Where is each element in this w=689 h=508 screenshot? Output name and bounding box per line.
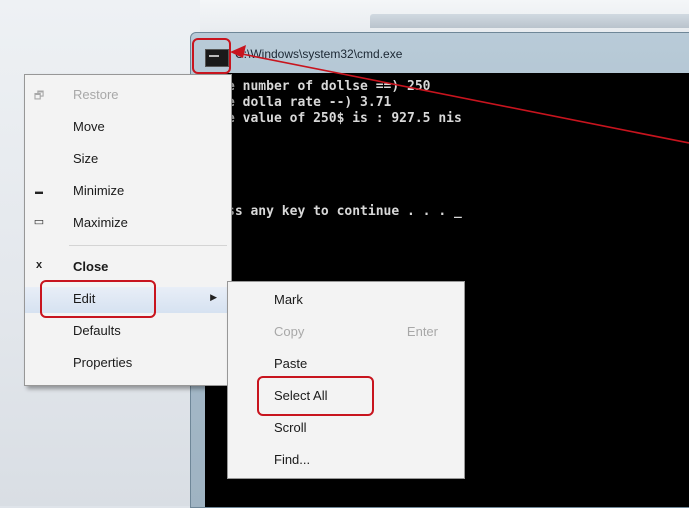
menu-item-edit[interactable]: Edit ▶ bbox=[25, 287, 231, 313]
submenu-item-label: Copy bbox=[274, 324, 305, 339]
menu-item-restore[interactable]: 🗗 Restore bbox=[25, 83, 231, 109]
restore-icon: 🗗 bbox=[33, 90, 45, 102]
submenu-arrow-icon: ▶ bbox=[210, 292, 217, 302]
submenu-item-select-all[interactable]: Select All bbox=[228, 384, 464, 410]
menu-item-move[interactable]: Move bbox=[25, 115, 231, 141]
console-line: e number of dollse ==) 250 bbox=[227, 79, 431, 94]
maximize-icon: ▭ bbox=[33, 216, 45, 228]
menu-item-label: Properties bbox=[73, 355, 133, 370]
console-line: ss any key to continue . . . _ bbox=[227, 204, 462, 219]
menu-separator bbox=[69, 245, 227, 246]
menu-item-size[interactable]: Size bbox=[25, 147, 231, 173]
menu-item-label: Edit bbox=[73, 291, 96, 306]
menu-item-label: Minimize bbox=[73, 183, 125, 198]
menu-item-label: Close bbox=[73, 259, 109, 274]
submenu-item-label: Scroll bbox=[274, 420, 307, 435]
menu-item-minimize[interactable]: ▬ Minimize bbox=[25, 179, 231, 205]
submenu-item-copy[interactable]: Copy Enter bbox=[228, 320, 464, 346]
menu-item-label: Defaults bbox=[73, 323, 121, 338]
close-icon: x bbox=[35, 259, 43, 271]
submenu-item-label: Mark bbox=[274, 292, 303, 307]
menu-item-defaults[interactable]: Defaults bbox=[25, 319, 231, 345]
menu-item-properties[interactable]: Properties bbox=[25, 351, 231, 377]
submenu-item-find[interactable]: Find... bbox=[228, 448, 464, 474]
submenu-item-paste[interactable]: Paste bbox=[228, 352, 464, 378]
menu-item-label: Size bbox=[73, 151, 99, 166]
console-line: e dolla rate --) 3.71 bbox=[227, 95, 392, 110]
window-title: C:\Windows\system32\cmd.exe bbox=[235, 47, 403, 61]
menu-item-close[interactable]: x Close bbox=[25, 255, 231, 281]
system-menu: 🗗 Restore Move Size ▬ Minimize ▭ Maximiz… bbox=[24, 74, 232, 386]
submenu-item-label: Paste bbox=[274, 356, 308, 371]
menu-item-label: Move bbox=[73, 119, 105, 134]
cmd-window-icon[interactable] bbox=[205, 49, 229, 67]
menu-item-label: Restore bbox=[73, 87, 119, 102]
menu-item-label: Maximize bbox=[73, 215, 128, 230]
shortcut-label: Enter bbox=[406, 324, 438, 339]
submenu-item-label: Select All bbox=[274, 388, 328, 403]
window-titlebar[interactable]: C:\Windows\system32\cmd.exe bbox=[191, 33, 689, 73]
edit-submenu: Mark Copy Enter Paste Select All Scroll … bbox=[227, 281, 465, 479]
console-line: e value of 250$ is : 927.5 nis bbox=[227, 111, 462, 126]
submenu-item-mark[interactable]: Mark bbox=[228, 288, 464, 314]
background-window-titlebar bbox=[370, 14, 689, 28]
submenu-item-scroll[interactable]: Scroll bbox=[228, 416, 464, 442]
menu-item-maximize[interactable]: ▭ Maximize bbox=[25, 211, 231, 237]
minimize-icon: ▬ bbox=[35, 187, 43, 196]
submenu-item-label: Find... bbox=[274, 452, 311, 467]
